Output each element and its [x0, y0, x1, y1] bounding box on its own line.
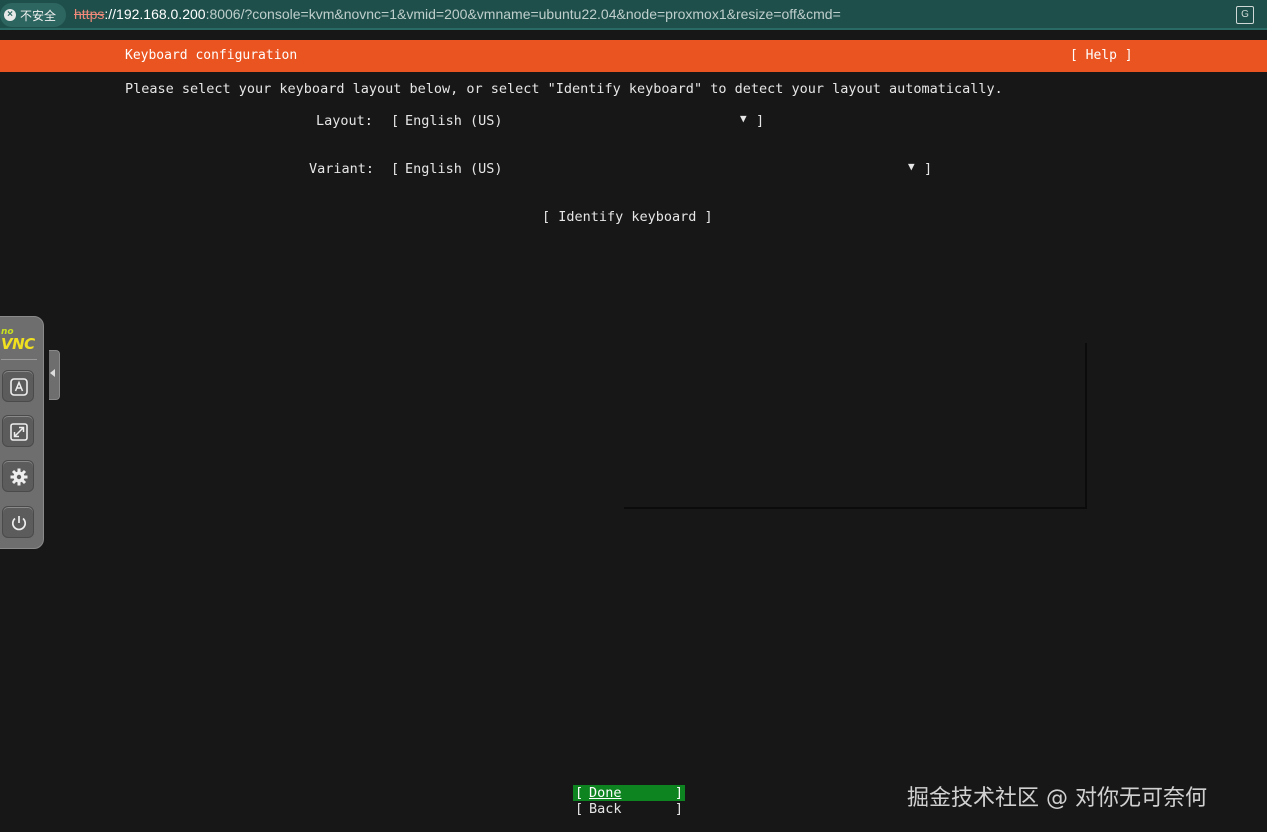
- back-button[interactable]: [ Back ]: [573, 801, 685, 817]
- identify-keyboard-button[interactable]: [ Identify keyboard ]: [542, 209, 713, 225]
- fullscreen-button[interactable]: [2, 415, 34, 447]
- url-scheme: https: [74, 6, 105, 22]
- back-label: Back: [589, 801, 622, 817]
- chevron-left-icon: [50, 369, 55, 377]
- instructions-text: Please select your keyboard layout below…: [125, 81, 1003, 97]
- watermark: 掘金技术社区 @ 对你无可奈何: [907, 786, 1207, 811]
- novnc-logo-main: VNC: [1, 335, 35, 353]
- url-host: ://192.168.0.200: [104, 6, 206, 22]
- variant-dropdown-icon[interactable]: ▼: [908, 160, 915, 173]
- security-indicator[interactable]: × 不安全: [0, 3, 66, 27]
- novnc-control-bar: no VNC: [0, 316, 44, 549]
- variant-label: Variant:: [309, 161, 375, 177]
- done-bracket-close: ]: [674, 785, 683, 801]
- power-icon: [11, 516, 27, 531]
- translate-icon[interactable]: G: [1236, 6, 1254, 24]
- insecure-label: 不安全: [20, 8, 57, 23]
- layout-dropdown-icon[interactable]: ▼: [740, 112, 747, 125]
- layout-select[interactable]: English (US): [405, 113, 503, 129]
- render-artifact-panel: [624, 343, 1087, 509]
- novnc-logo: no VNC: [1, 327, 41, 357]
- back-bracket-open: [: [575, 801, 584, 817]
- gear-icon: [10, 468, 28, 486]
- done-label: Done: [589, 785, 622, 801]
- page-title: Keyboard configuration: [125, 48, 298, 63]
- keyboard-icon: [10, 378, 28, 396]
- power-button[interactable]: [2, 506, 34, 538]
- divider: [1, 359, 37, 360]
- done-button[interactable]: [ Done ]: [573, 785, 685, 801]
- back-bracket-close: ]: [674, 801, 683, 817]
- layout-label: Layout:: [316, 113, 373, 129]
- done-bracket-open: [: [575, 785, 584, 801]
- keyboard-button[interactable]: [2, 370, 34, 402]
- variant-select[interactable]: English (US): [405, 161, 503, 177]
- fullscreen-icon: [10, 423, 28, 441]
- variant-bracket-open[interactable]: [: [391, 161, 399, 177]
- browser-address-bar[interactable]: × 不安全 https://192.168.0.200:8006/?consol…: [0, 0, 1267, 30]
- url-path: :8006/?console=kvm&novnc=1&vmid=200&vmna…: [205, 6, 841, 22]
- novnc-bar-toggle[interactable]: [49, 350, 60, 400]
- variant-bracket-close[interactable]: ]: [924, 161, 932, 177]
- url-field[interactable]: https://192.168.0.200:8006/?console=kvm&…: [74, 6, 841, 22]
- warning-icon: ×: [4, 9, 16, 21]
- settings-button[interactable]: [2, 460, 34, 492]
- help-button[interactable]: [ Help ]: [1070, 48, 1133, 63]
- installer-header: Keyboard configuration [ Help ]: [0, 40, 1267, 72]
- layout-bracket-open[interactable]: [: [391, 113, 399, 129]
- layout-bracket-close[interactable]: ]: [756, 113, 764, 129]
